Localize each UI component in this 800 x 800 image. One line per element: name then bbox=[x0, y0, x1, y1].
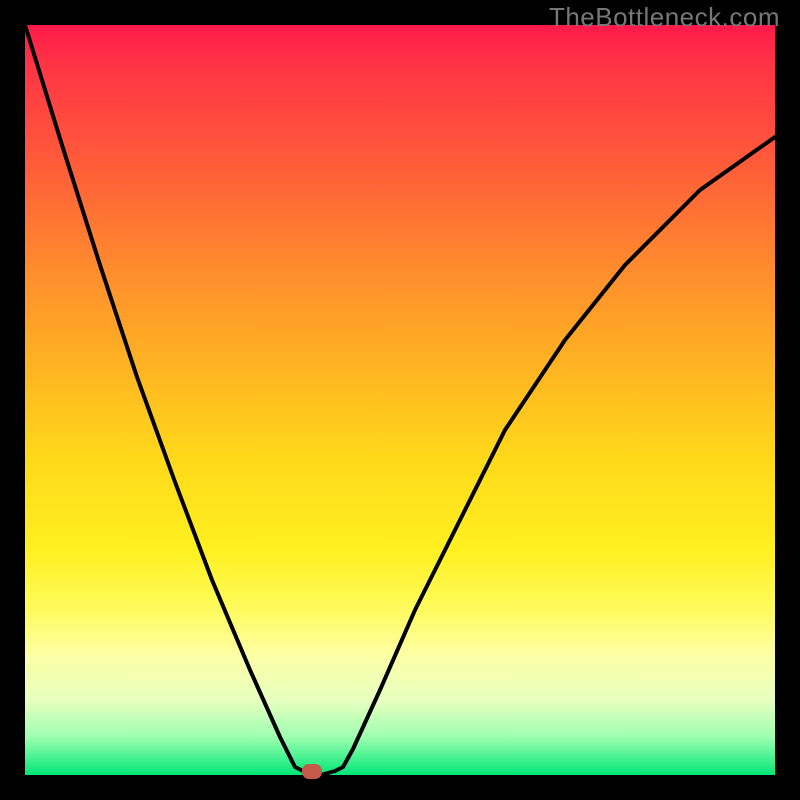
optimal-marker bbox=[302, 764, 322, 779]
gradient-plot-area bbox=[25, 25, 775, 775]
watermark-text: TheBottleneck.com bbox=[549, 2, 780, 33]
